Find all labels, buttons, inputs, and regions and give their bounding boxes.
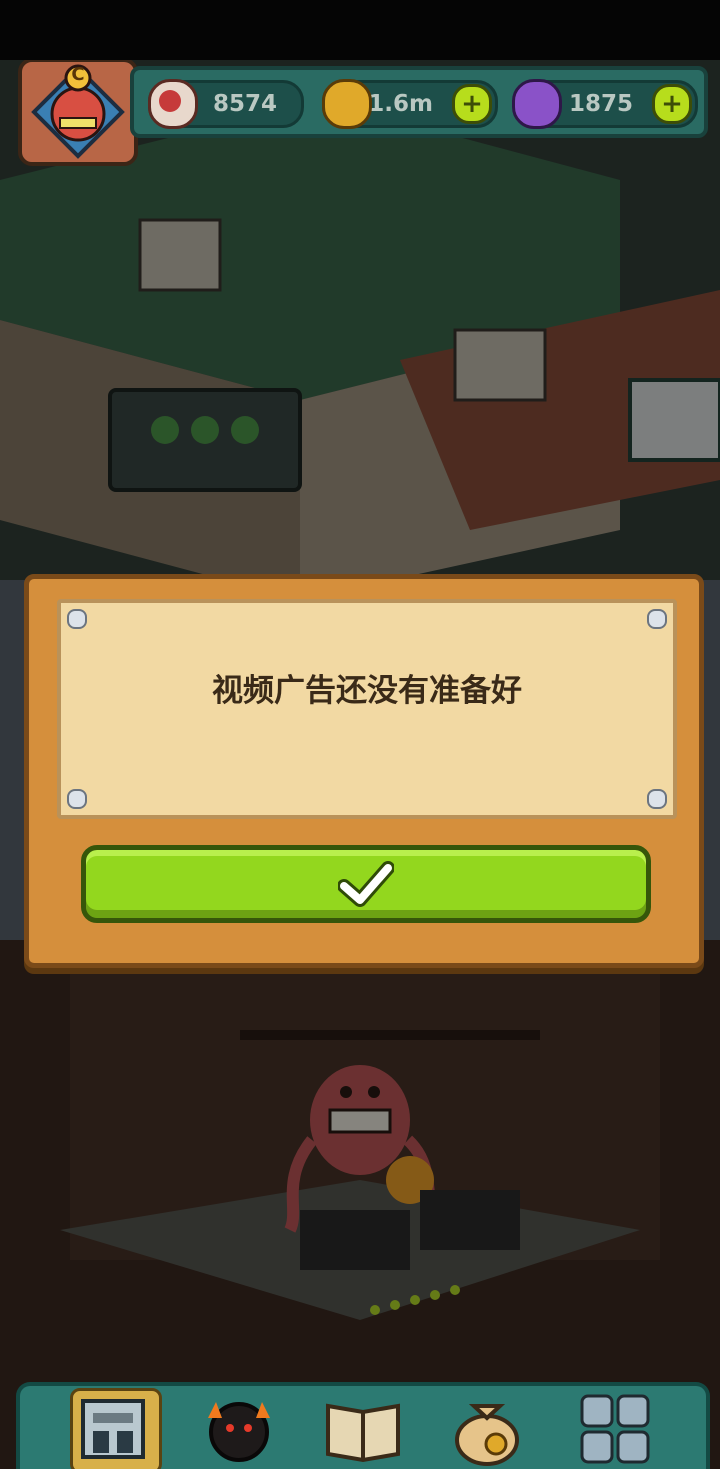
check-icon <box>338 861 394 907</box>
coin-count: 1.6m <box>368 91 433 117</box>
grid-menu-icon <box>580 1394 650 1464</box>
nav-monster-button[interactable] <box>196 1388 282 1468</box>
add-coins-button[interactable]: + <box>452 84 492 124</box>
nav-book-button[interactable] <box>320 1388 406 1468</box>
avatar-badge-letter: C <box>71 64 85 85</box>
coin-icon <box>322 79 372 129</box>
resource-bar: 8574 1.6m + 1875 + <box>130 66 708 138</box>
dialog-message-panel: 视频广告还没有准备好 <box>57 599 677 819</box>
building-icon <box>81 1399 145 1459</box>
status-bar <box>0 0 720 60</box>
dialog-message: 视频广告还没有准备好 <box>212 673 522 709</box>
eye-count: 8574 <box>212 91 277 117</box>
rivet-icon <box>647 609 667 629</box>
book-icon <box>326 1403 400 1463</box>
bottom-nav <box>16 1382 710 1469</box>
eyeball-icon <box>148 79 198 129</box>
confirm-button[interactable] <box>81 845 651 923</box>
potion-icon <box>512 79 562 129</box>
potion-count: 1875 <box>568 91 633 117</box>
player-avatar[interactable]: C <box>18 60 138 166</box>
game-scene: C 8574 1.6m + 1875 + 视频广告还没有准备好 <box>0 60 720 1469</box>
nav-money-bag-button[interactable] <box>444 1388 530 1468</box>
money-bag-icon <box>455 1404 519 1466</box>
rivet-icon <box>67 789 87 809</box>
monster-icon <box>208 1402 270 1462</box>
nav-building-button[interactable] <box>70 1388 162 1469</box>
rivet-icon <box>647 789 667 809</box>
ad-not-ready-dialog: 视频广告还没有准备好 <box>24 574 704 968</box>
add-potions-button[interactable]: + <box>652 84 692 124</box>
rivet-icon <box>67 609 87 629</box>
nav-grid-menu-button[interactable] <box>572 1388 658 1468</box>
